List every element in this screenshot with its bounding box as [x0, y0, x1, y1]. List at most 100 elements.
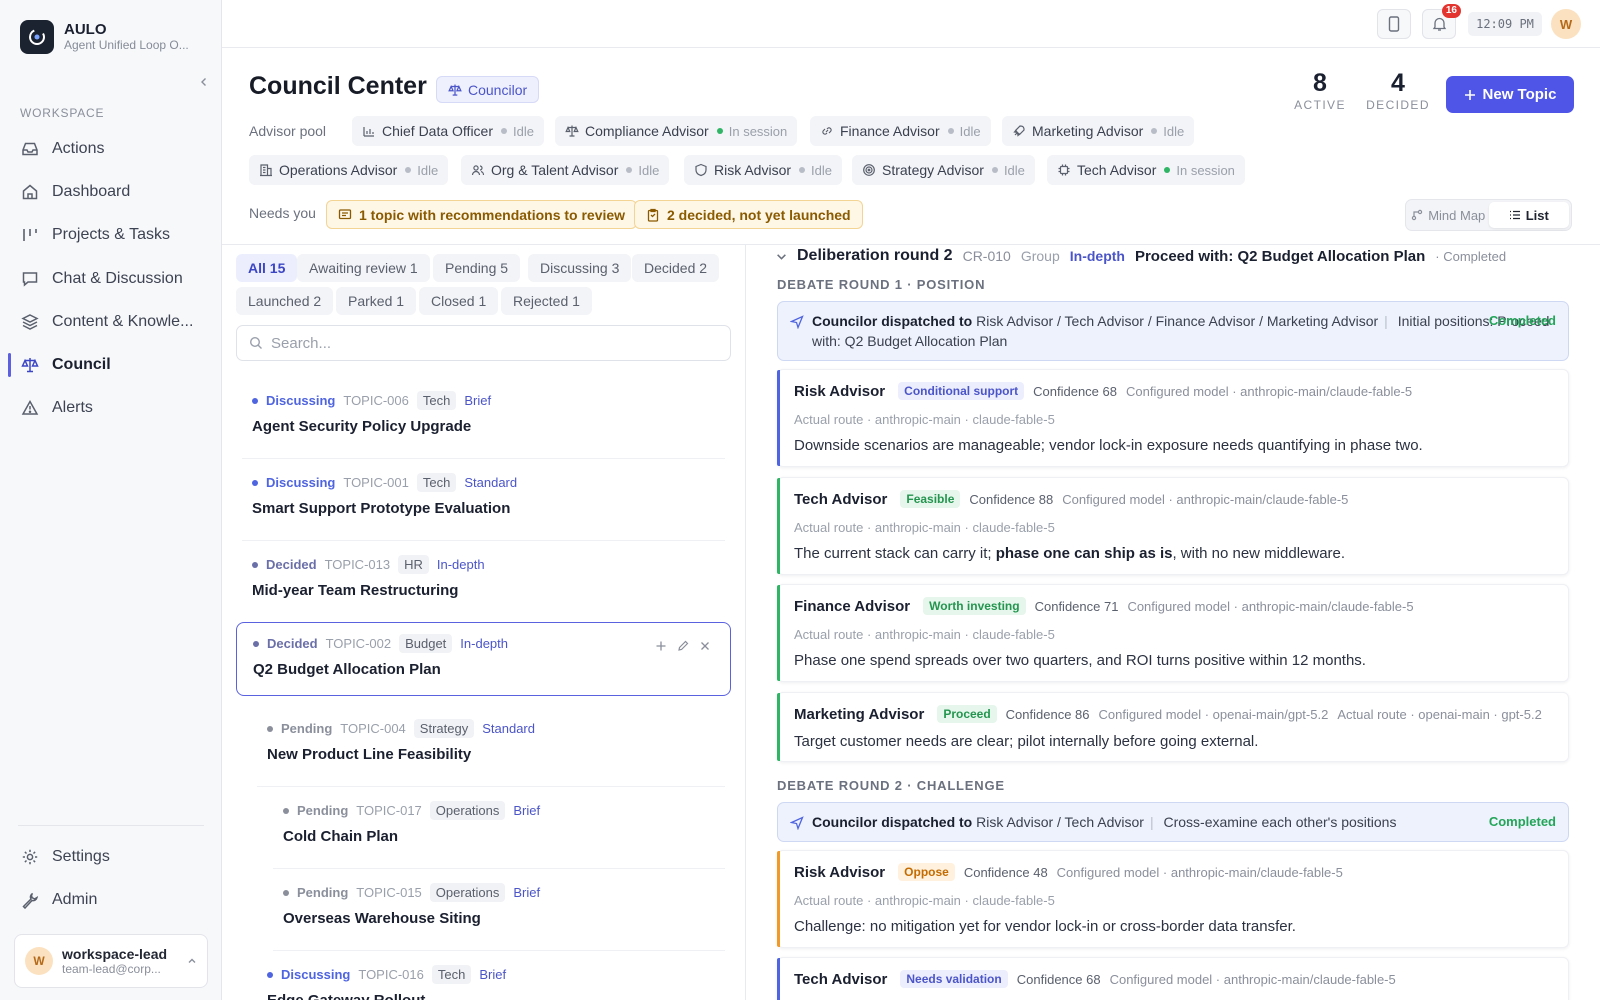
- advisor-pool-label: Advisor pool: [249, 123, 327, 139]
- opinion-card-tech-r1[interactable]: Tech Advisor Feasible Confidence 88 Configu…: [777, 477, 1569, 575]
- topic-item[interactable]: Pending TOPIC-015 Operations Brief Overseas …: [267, 872, 731, 946]
- scale-icon: [20, 355, 40, 375]
- sidebar-item-settings[interactable]: Settings: [8, 835, 210, 878]
- round-1-label: DEBATE ROUND 1 · POSITION: [777, 277, 986, 292]
- status-dot: [252, 397, 258, 404]
- filter-tab[interactable]: Parked 1: [336, 287, 417, 315]
- collapse-sidebar-button[interactable]: [196, 74, 212, 90]
- view-list[interactable]: List: [1488, 202, 1569, 228]
- configured-model: Configured model · anthropic-main/claude…: [1056, 864, 1343, 880]
- filter-tab[interactable]: All 15: [236, 254, 298, 282]
- sidebar-item-council[interactable]: Council: [8, 343, 210, 386]
- advisor-chip[interactable]: Compliance Advisor In session: [555, 116, 798, 146]
- sidebar-item-label: Settings: [52, 847, 110, 865]
- advisor-name: Strategy Advisor: [882, 162, 984, 178]
- topic-item[interactable]: Decided TOPIC-002 Budget In-depth Q2 Budget …: [236, 622, 731, 696]
- topic-item[interactable]: Pending TOPIC-017 Operations Brief Cold Chai…: [267, 790, 731, 864]
- filter-tab[interactable]: Rejected 1: [501, 287, 592, 315]
- actual-route: Actual route · anthropic-main · claude-f…: [794, 412, 1055, 427]
- status-dot: [991, 167, 998, 173]
- actual-route: Actual route · openai-main · gpt-5.2: [1337, 706, 1542, 722]
- sidebar-item-admin[interactable]: Admin: [8, 878, 210, 921]
- filter-tab[interactable]: Launched 2: [236, 287, 334, 315]
- review-recommendations-chip[interactable]: 1 topic with recommendations to review: [326, 200, 638, 229]
- advisor-name: Tech Advisor: [794, 490, 888, 508]
- notifications-button[interactable]: 16: [1422, 4, 1461, 39]
- advisor-chip[interactable]: Marketing Advisor Idle: [1002, 116, 1195, 146]
- not-launched-chip[interactable]: 2 decided, not yet launched: [634, 200, 863, 229]
- topic-item[interactable]: Discussing TOPIC-016 Tech Brief Edge Gateway…: [251, 954, 731, 1000]
- close-topic-button[interactable]: [698, 639, 712, 653]
- topic-category: HR: [398, 555, 429, 574]
- actual-route: Actual route · anthropic-main · claude-f…: [794, 520, 1055, 535]
- advisor-chip[interactable]: Finance Advisor Idle: [810, 116, 991, 146]
- topic-item[interactable]: Discussing TOPIC-001 Tech Standard Smart Sup…: [236, 462, 731, 536]
- sidebar-item-label: Dashboard: [52, 182, 131, 200]
- round-1-dispatch: Councilor dispatched to Risk Advisor / T…: [777, 301, 1569, 361]
- topic-item[interactable]: Decided TOPIC-013 HR In-depth Mid-year Team …: [236, 544, 731, 618]
- round-header[interactable]: Deliberation round 2 CR-010 Group In-dep…: [776, 244, 1506, 268]
- advisor-status: Idle: [638, 162, 660, 178]
- new-topic-button[interactable]: New Topic: [1446, 76, 1574, 113]
- topic-divider: [242, 458, 725, 459]
- device-button[interactable]: [1377, 9, 1411, 39]
- avatar[interactable]: W: [1551, 9, 1581, 39]
- topic-id: TOPIC-013: [324, 557, 391, 572]
- topic-category: Operations: [429, 801, 506, 820]
- send-icon: [790, 315, 804, 329]
- advisor-chip[interactable]: Strategy Advisor Idle: [852, 155, 1035, 185]
- advisor-chip[interactable]: Tech Advisor In session: [1047, 155, 1245, 185]
- filter-tab[interactable]: Closed 1: [419, 287, 499, 315]
- topic-depth: In-depth: [460, 636, 508, 651]
- sidebar-item-chat[interactable]: Chat & Discussion: [8, 257, 210, 300]
- sidebar-item-label: Council: [52, 356, 111, 374]
- stat-active: 8 ACTIVE: [1290, 68, 1350, 112]
- advisor-chip[interactable]: Org & Talent Advisor Idle: [461, 155, 670, 185]
- dispatch-status: Completed: [1488, 814, 1556, 829]
- opinion-card-risk-r2[interactable]: Risk Advisor Oppose Confidence 48 Configure…: [777, 850, 1569, 948]
- opinion-text: The current stack can carry it; phase on…: [794, 545, 1346, 562]
- filter-tab[interactable]: Pending 5: [433, 254, 521, 282]
- opinion-card-marketing-r1[interactable]: Marketing Advisor Proceed Confidence 86 Con…: [777, 692, 1569, 762]
- sidebar-item-projects[interactable]: Projects & Tasks: [8, 214, 210, 257]
- edit-topic-button[interactable]: [676, 639, 690, 653]
- filter-tab[interactable]: Discussing 3: [528, 254, 632, 282]
- advisor-chip[interactable]: Operations Advisor Idle: [249, 155, 449, 185]
- list-icon: [1509, 210, 1520, 220]
- stat-decided: 4 DECIDED: [1363, 68, 1433, 112]
- round-state: · Completed: [1435, 248, 1507, 264]
- dispatch-status: Completed: [1488, 313, 1556, 328]
- topic-item[interactable]: Pending TOPIC-004 Strategy Standard New Prod…: [251, 708, 731, 782]
- sidebar-item-label: Content & Knowle...: [52, 312, 194, 330]
- user-menu[interactable]: W workspace-lead team-lead@corp...: [14, 934, 208, 988]
- view-mind-map[interactable]: Mind Map: [1408, 202, 1489, 228]
- advisor-chip[interactable]: Risk Advisor Idle: [684, 155, 842, 185]
- advisor-status: Idle: [513, 123, 534, 139]
- role-label: Councilor: [468, 81, 528, 98]
- round-group: Group: [1020, 248, 1060, 264]
- chip-icon: [1058, 164, 1070, 176]
- topic-id: TOPIC-016: [358, 967, 424, 982]
- opinion-card-finance-r1[interactable]: Finance Advisor Worth investing Confidence…: [777, 584, 1569, 682]
- view-toggle: Mind Map List: [1405, 199, 1572, 231]
- add-subtopic-button[interactable]: [654, 639, 668, 653]
- sidebar-item-dashboard[interactable]: Dashboard: [8, 170, 210, 213]
- topic-category: Budget: [399, 634, 453, 653]
- search-input[interactable]: [271, 334, 718, 352]
- filter-tab[interactable]: Awaiting review 1: [297, 254, 430, 282]
- opinion-card-risk-r1[interactable]: Risk Advisor Conditional support Confidenc…: [777, 369, 1569, 467]
- opinion-card-tech-r2[interactable]: Tech Advisor Needs validation Confidence 6…: [777, 957, 1569, 1000]
- user-email: team-lead@corp...: [62, 962, 161, 976]
- configured-model: Configured model · anthropic-main/claude…: [1062, 491, 1349, 507]
- chevron-down-icon: [777, 253, 786, 260]
- topic-item[interactable]: Discussing TOPIC-006 Tech Brief Agent Securi…: [236, 380, 731, 454]
- advisor-status: Idle: [959, 123, 981, 139]
- filter-tab[interactable]: Decided 2: [632, 254, 720, 282]
- brand[interactable]: AULO Agent Unified Loop O...: [20, 20, 189, 54]
- sidebar-item-alerts[interactable]: Alerts: [8, 387, 210, 430]
- sidebar-item-actions[interactable]: Actions: [8, 127, 210, 170]
- sidebar-item-content[interactable]: Content & Knowle...: [8, 300, 210, 343]
- topic-search[interactable]: [236, 325, 731, 361]
- dispatch-note: Cross-examine each other's positions: [1163, 814, 1397, 830]
- advisor-chip[interactable]: Chief Data Officer Idle: [352, 116, 544, 146]
